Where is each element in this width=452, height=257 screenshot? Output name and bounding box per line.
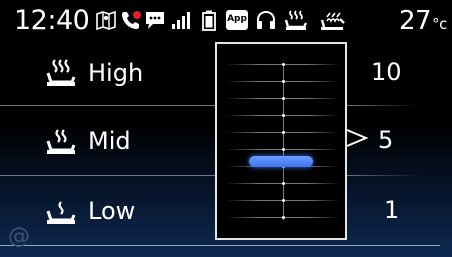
level-value-mid: 5 xyxy=(378,126,394,154)
level-label: Mid xyxy=(88,127,131,155)
slider-tick-dot xyxy=(282,114,285,117)
watermark-glyph: @ xyxy=(8,224,30,249)
level-slider[interactable] xyxy=(215,42,347,240)
temperature-readout: 27°c xyxy=(399,4,447,41)
signal-strength-icon xyxy=(172,12,190,29)
seat-cooler-icon xyxy=(320,12,345,30)
temperature-value: 27 xyxy=(399,6,432,36)
level-option-mid[interactable]: Mid xyxy=(0,106,215,176)
seat-heat-mid-icon xyxy=(46,129,76,154)
clock: 12:40 xyxy=(14,5,90,36)
slider-tick-dot xyxy=(282,80,285,83)
separator xyxy=(347,175,419,176)
seat-heater-screen: 12:40 App 27°c High Mid Low 10 5 1 @ xyxy=(0,0,452,257)
battery-icon xyxy=(202,10,216,31)
missed-call-icon xyxy=(122,11,141,29)
slider-track xyxy=(283,64,284,220)
app-icon: App xyxy=(226,10,248,30)
selection-pointer-icon xyxy=(346,129,368,147)
slider-tick-dot xyxy=(282,97,285,100)
navigation-map-icon xyxy=(96,10,116,31)
level-label: High xyxy=(88,59,144,87)
status-bar: 12:40 App 27°c xyxy=(0,0,452,42)
separator xyxy=(347,105,419,106)
level-option-high[interactable]: High xyxy=(0,38,215,108)
seat-heat-high-icon xyxy=(46,59,76,86)
level-value-low: 1 xyxy=(384,196,400,224)
seat-heat-low-icon xyxy=(46,201,76,224)
temperature-unit: °c xyxy=(432,15,447,33)
headset-icon xyxy=(257,10,275,29)
slider-tick-dot xyxy=(282,182,285,185)
level-option-low[interactable]: Low xyxy=(0,176,215,246)
level-label: Low xyxy=(88,197,136,225)
slider-tick-dot xyxy=(282,216,285,219)
app-badge-label: App xyxy=(227,14,247,24)
slider-tick-dot xyxy=(282,148,285,151)
slider-tick-dot xyxy=(282,199,285,202)
level-value-high: 10 xyxy=(371,58,402,86)
slider-tick-dot xyxy=(282,131,285,134)
slider-thumb[interactable] xyxy=(249,156,313,167)
message-icon xyxy=(146,12,164,29)
seat-heater-icon xyxy=(284,10,308,30)
slider-tick-dot xyxy=(282,63,285,66)
